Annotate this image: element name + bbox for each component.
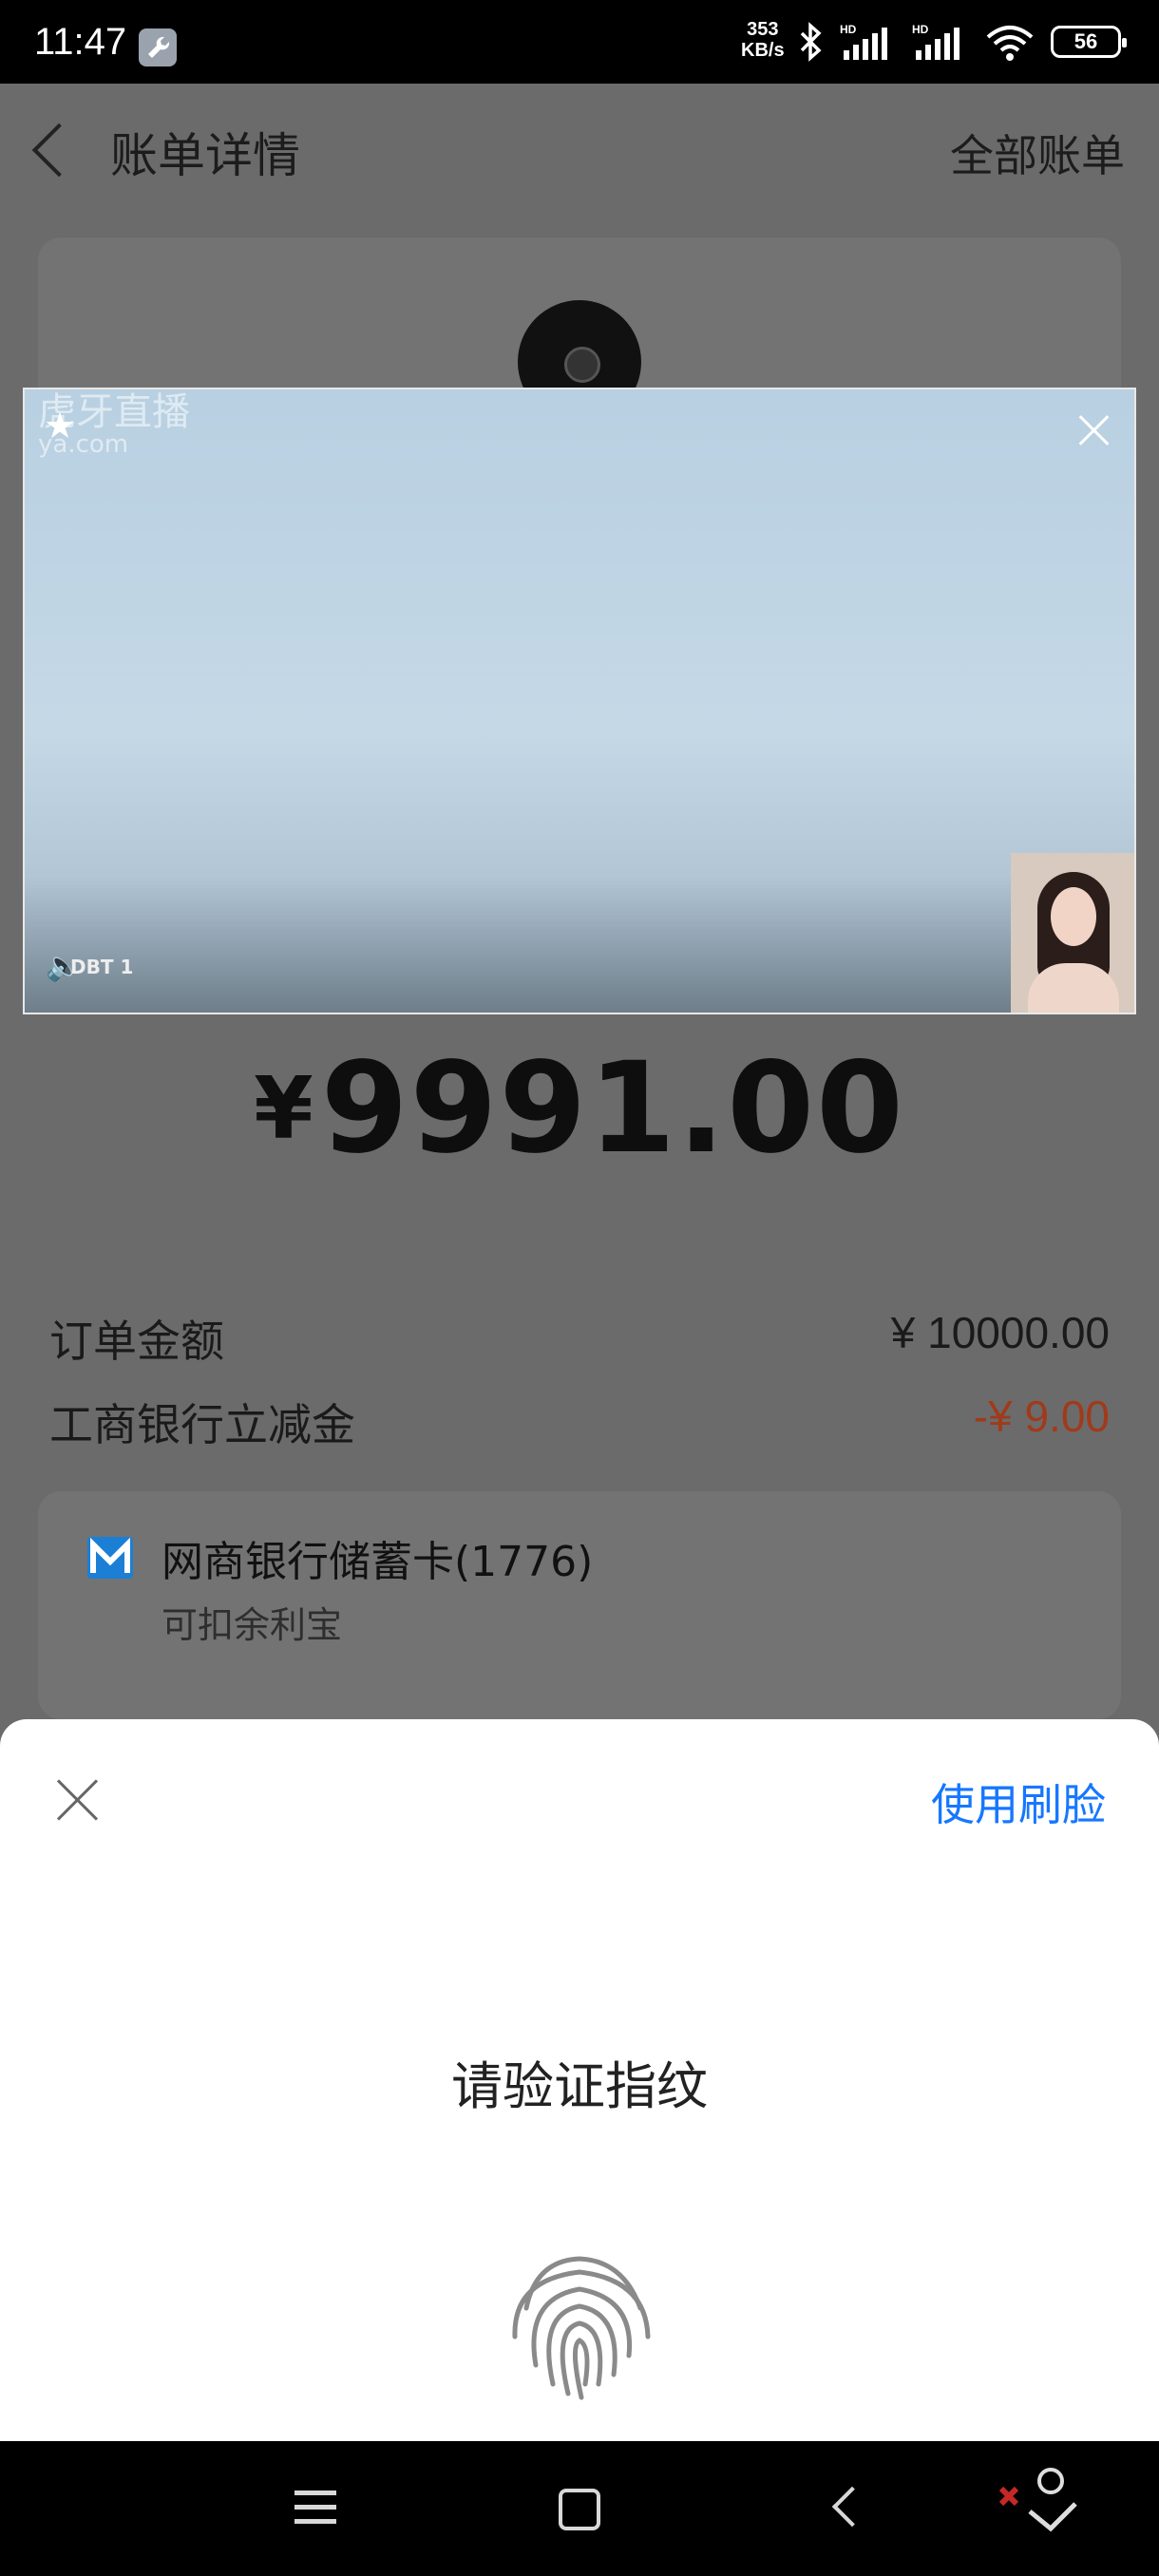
currency-symbol: ¥ [254,1059,315,1159]
back-nav-icon[interactable] [819,2479,876,2536]
svg-text:HD: HD [912,23,929,36]
floating-video-window[interactable]: 虎牙直播 ya.com ★ 🔈 DBT 1 [23,388,1136,1014]
menu-line [294,2491,336,2495]
network-speed-unit: KB/s [741,40,785,61]
discount-value: -¥ 9.00 [973,1392,1110,1441]
order-amount-row: 订单金额 ¥ 10000.00 [49,1307,1110,1373]
wifi-icon [986,26,1034,61]
all-bills-link[interactable]: 全部账单 [950,122,1125,184]
home-icon[interactable] [549,2479,606,2536]
status-icons: HD HD 56 [798,21,1127,63]
back-icon[interactable] [31,123,86,178]
battery-indicator: 56 [1051,26,1127,58]
page-title: 账单详情 [110,128,300,183]
signal-hd-1-icon: HD [840,23,887,60]
use-face-link[interactable]: 使用刷脸 [931,1771,1106,1833]
payment-method-sub: 可扣余利宝 [162,1604,343,1646]
payment-method-name: 网商银行储蓄卡(1776) [162,1538,594,1586]
discount-row: 工商银行立减金 -¥ 9.00 [49,1391,1110,1457]
pin-icon[interactable]: ★ [44,405,76,446]
network-speed: 353 KB/s [741,19,785,61]
bill-amount: ¥9991.00 [0,1035,1159,1182]
svg-text:HD: HD [840,23,857,36]
verify-prompt: 请验证指纹 [451,2056,708,2116]
amount-value: 9991.00 [320,1035,905,1182]
overlay-logo-icon [998,2468,1077,2532]
menu-line [294,2519,336,2524]
streamer-thumbnail[interactable] [1011,853,1134,1013]
screen: 11:47 353 KB/s HD HD 56 账单详情 全部账单 虎牙直播 y… [0,0,1159,2576]
order-amount-label: 订单金额 [49,1316,224,1367]
bluetooth-icon [800,22,822,62]
video-tag: DBT 1 [70,956,134,978]
thumbnail-face [1051,887,1096,946]
app-header: 账单详情 全部账单 [0,84,1159,217]
close-icon[interactable] [55,1776,101,1822]
network-speed-value: 353 [747,19,779,40]
menu-line [294,2505,336,2510]
signal-hd-2-icon: HD [912,23,960,60]
discount-label: 工商银行立减金 [49,1399,355,1450]
navigation-bar [0,2441,1159,2576]
status-bar: 11:47 353 KB/s HD HD 56 [0,0,1159,84]
battery-level: 56 [1074,29,1098,53]
order-amount-value: ¥ 10000.00 [890,1308,1110,1357]
menu-icon[interactable] [287,2479,344,2536]
bank-logo-icon [87,1537,133,1579]
close-icon[interactable] [1075,410,1113,448]
status-time: 11:47 [34,21,127,63]
fingerprint-sheet: 使用刷脸 请验证指纹 [0,1719,1159,2441]
fingerprint-icon[interactable] [498,2242,661,2405]
wrench-icon [139,28,177,66]
